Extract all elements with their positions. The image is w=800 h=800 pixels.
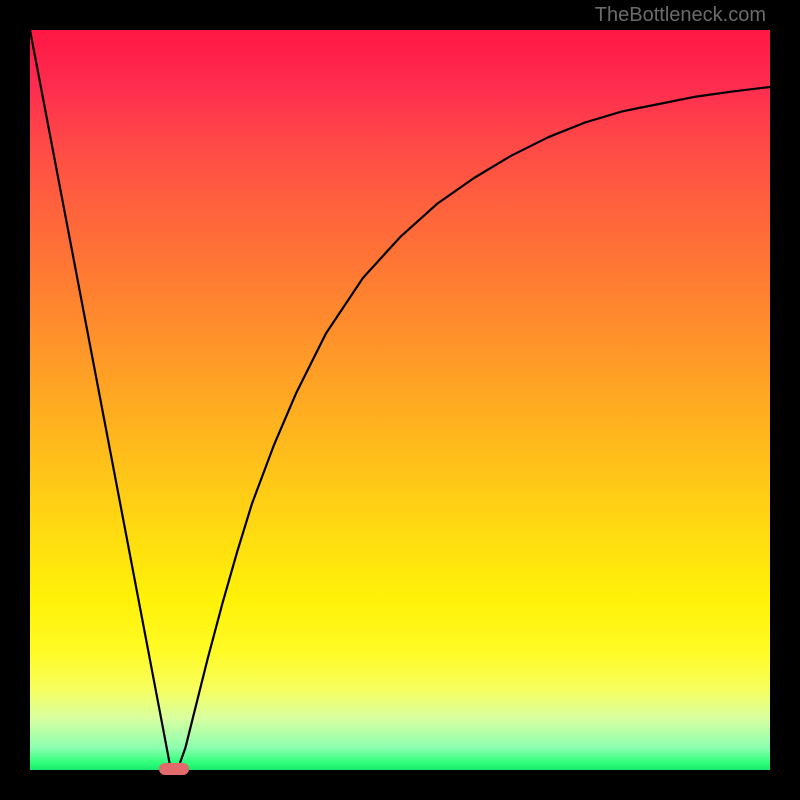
optimal-point-marker: [159, 763, 189, 775]
chart-frame: TheBottleneck.com: [0, 0, 800, 800]
attribution-text: TheBottleneck.com: [595, 4, 766, 27]
data-curve: [30, 30, 770, 770]
plot-area: [30, 30, 770, 770]
